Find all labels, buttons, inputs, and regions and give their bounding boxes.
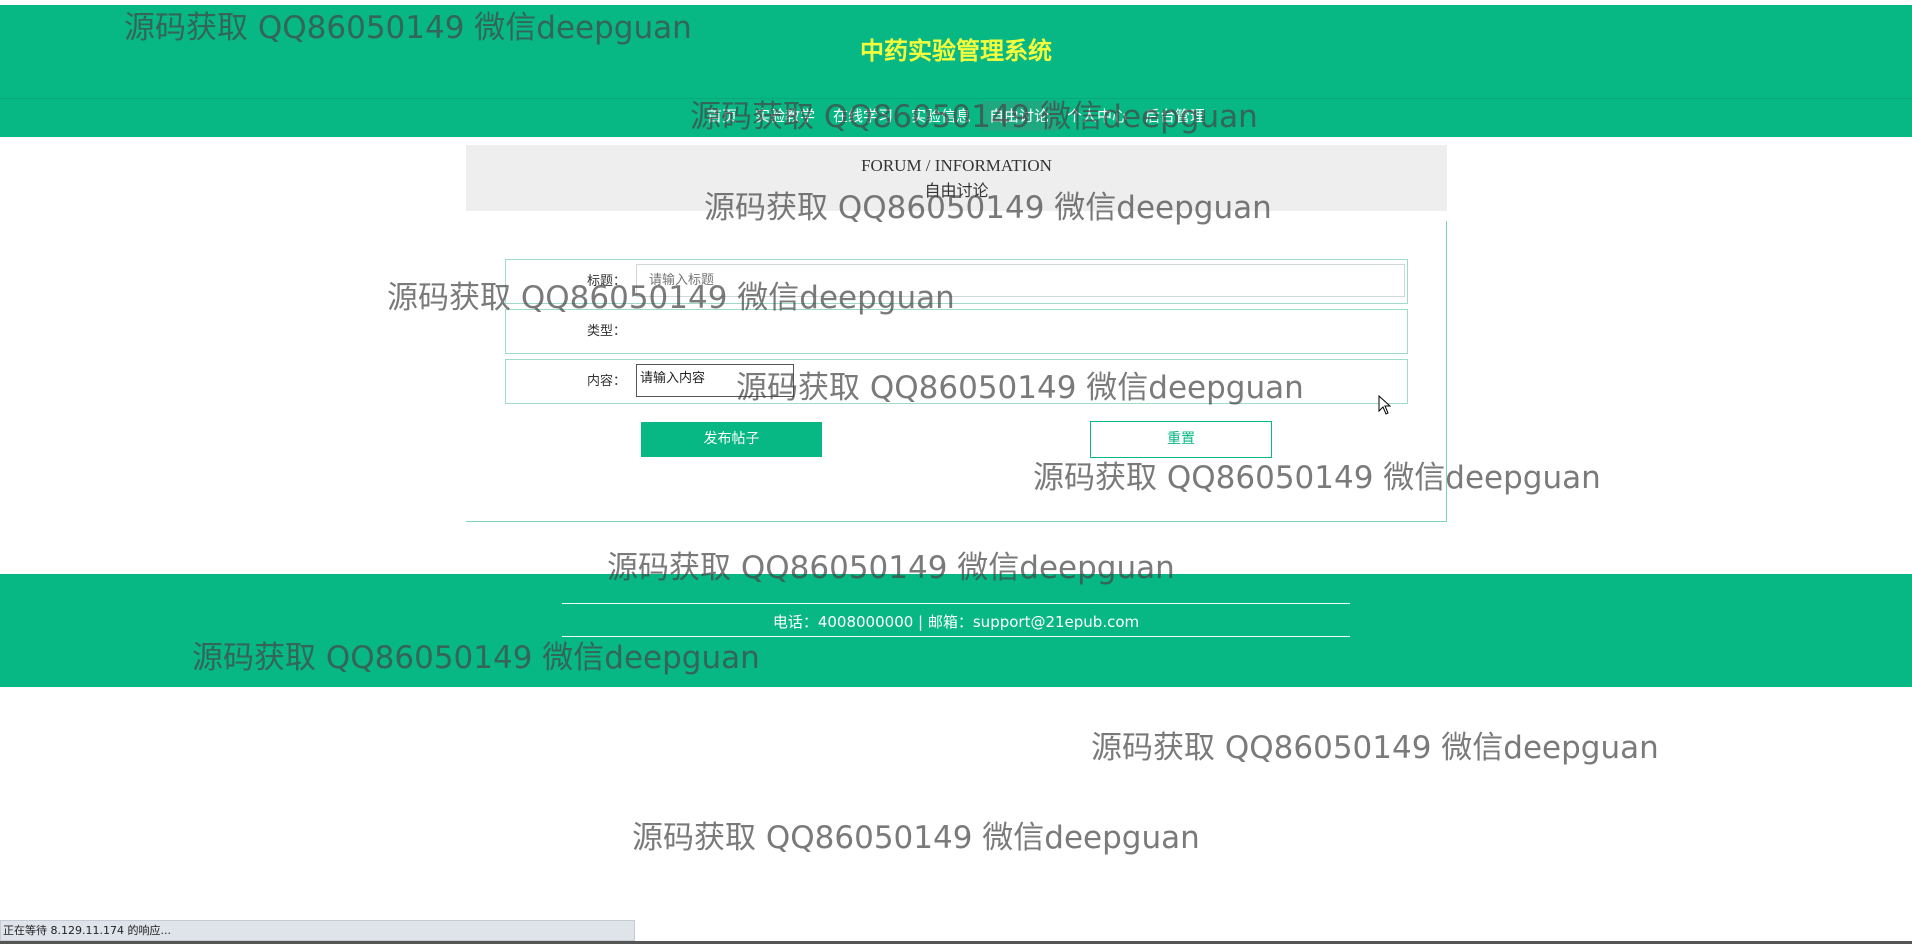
banner-title-cn: 自由讨论 — [924, 181, 989, 200]
nav-item-home[interactable]: 首页 — [698, 101, 746, 131]
main-nav: 首页 实验教学 在线学习 实验信息 自由讨论 个人中心 后台管理 — [0, 101, 1912, 131]
title-row: 标题： — [505, 259, 1408, 304]
content-label: 内容： — [586, 374, 626, 389]
footer-divider-top — [562, 603, 1350, 604]
footer-contact: 电话：4008000000 | 邮箱：support@21epub.com — [772, 613, 1140, 631]
type-row: 类型： — [505, 309, 1408, 354]
section-banner: FORUM / INFORMATION 自由讨论 — [466, 145, 1447, 211]
nav-item-learning[interactable]: 在线学习 — [824, 101, 902, 131]
reset-button[interactable]: 重置 — [1090, 421, 1272, 458]
mouse-cursor-icon — [1378, 395, 1392, 415]
watermark: 源码获取 QQ86050149 微信deepguan — [1091, 730, 1659, 766]
footer-divider-bottom — [562, 636, 1350, 637]
publish-post-button[interactable]: 发布帖子 — [641, 422, 822, 457]
browser-status-bar: 正在等待 8.129.11.174 的响应... — [0, 920, 635, 941]
nav-item-profile[interactable]: 个人中心 — [1058, 101, 1136, 131]
footer: 电话：4008000000 | 邮箱：support@21epub.com — [0, 574, 1912, 687]
watermark: 源码获取 QQ86050149 微信deepguan — [632, 820, 1200, 856]
nav-item-forum[interactable]: 自由讨论 — [980, 101, 1059, 131]
title-input[interactable] — [636, 264, 1405, 297]
content-textarea[interactable] — [636, 364, 794, 397]
content-row: 内容： — [505, 359, 1408, 404]
banner-title-en: FORUM / INFORMATION — [861, 156, 1052, 175]
nav-item-admin[interactable]: 后台管理 — [1136, 101, 1214, 131]
type-label: 类型： — [586, 324, 626, 339]
title-label: 标题： — [586, 274, 626, 289]
nav-item-experiment-info[interactable]: 实验信息 — [902, 101, 980, 131]
nav-item-teaching[interactable]: 实验教学 — [746, 101, 824, 131]
site-title: 中药实验管理系统 — [860, 37, 1052, 65]
